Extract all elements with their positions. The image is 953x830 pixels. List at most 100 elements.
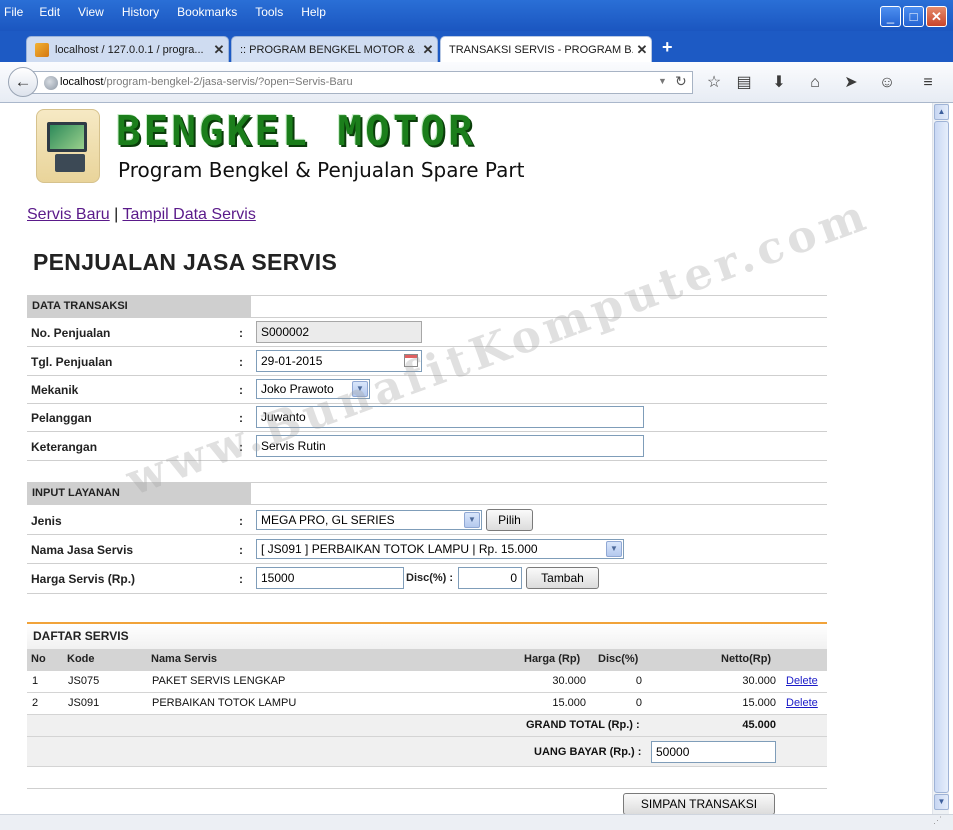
tab-bar: localhost / 127.0.0.1 / progra... ✕ :: P…: [0, 31, 953, 62]
close-window-button[interactable]: ✕: [926, 6, 947, 27]
nama-jasa-select[interactable]: [ JS091 ] PERBAIKAN TOTOK LAMPU | Rp. 15…: [256, 539, 624, 559]
close-tab-icon[interactable]: ✕: [210, 42, 228, 58]
colon: :: [239, 383, 243, 397]
divider: [27, 788, 827, 789]
pos-terminal-logo: [36, 109, 100, 183]
menu-view[interactable]: View: [78, 5, 104, 19]
hamburger-menu-icon[interactable]: ≡: [916, 72, 940, 94]
minimize-button[interactable]: _: [880, 6, 901, 27]
url-path: /program-bengkel-2/jasa-servis/?open=Ser…: [103, 76, 353, 88]
nama-jasa-selected: [ JS091 ] PERBAIKAN TOTOK LAMPU | Rp. 15…: [261, 542, 538, 556]
menu-bar: File Edit View History Bookmarks Tools H…: [4, 5, 344, 19]
mekanik-label: Mekanik: [31, 383, 79, 397]
servis-baru-link[interactable]: Servis Baru: [27, 206, 110, 223]
row-netto: 15.000: [742, 697, 776, 709]
jenis-select[interactable]: MEGA PRO, GL SERIES ▼: [256, 510, 482, 530]
pelanggan-label: Pelanggan: [31, 411, 92, 425]
disc-label: Disc(%) :: [406, 572, 454, 584]
delete-link[interactable]: Delete: [786, 675, 818, 687]
row-harga: 15.000: [552, 697, 586, 709]
row-nama: PAKET SERVIS LENGKAP: [152, 675, 286, 687]
nama-jasa-label: Nama Jasa Servis: [31, 543, 134, 557]
keterangan-field[interactable]: Servis Rutin: [256, 435, 644, 457]
mekanik-select[interactable]: Joko Prawoto ▼: [256, 379, 370, 399]
reload-icon[interactable]: ↻: [675, 73, 687, 90]
col-nama-servis: Nama Servis: [151, 653, 218, 665]
menu-help[interactable]: Help: [301, 5, 326, 19]
tab-label: :: PROGRAM BENGKEL MOTOR & ...: [240, 43, 419, 56]
scroll-up-icon[interactable]: ▲: [934, 104, 949, 120]
daftar-servis-header: [27, 624, 827, 649]
menu-edit[interactable]: Edit: [39, 5, 60, 19]
row-no: 2: [32, 697, 39, 709]
close-tab-icon[interactable]: ✕: [419, 42, 437, 58]
tambah-button[interactable]: Tambah: [526, 567, 599, 589]
home-icon[interactable]: ⌂: [803, 72, 827, 94]
col-disc: Disc(%): [598, 653, 639, 665]
address-bar[interactable]: localhost/program-bengkel-2/jasa-servis/…: [32, 71, 693, 94]
tab-label: TRANSAKSI SERVIS - PROGRAM B...: [449, 43, 633, 56]
jenis-selected: MEGA PRO, GL SERIES: [261, 513, 395, 527]
divider: [27, 563, 827, 564]
grand-total-row: GRAND TOTAL (Rp.) : 45.000: [27, 715, 827, 737]
row-netto: 30.000: [742, 675, 776, 687]
harga-servis-field[interactable]: 15000: [256, 567, 404, 589]
scroll-thumb[interactable]: [934, 121, 949, 793]
keterangan-label: Keterangan: [31, 440, 98, 454]
col-netto: Netto(Rp): [721, 653, 772, 665]
row-kode: JS075: [68, 675, 100, 687]
delete-link[interactable]: Delete: [786, 697, 818, 709]
tab-transaksi-servis[interactable]: TRANSAKSI SERVIS - PROGRAM B... ✕: [440, 36, 652, 62]
harga-servis-label: Harga Servis (Rp.): [31, 572, 136, 586]
maximize-button[interactable]: □: [903, 6, 924, 27]
divider: [27, 403, 827, 404]
row-kode: JS091: [68, 697, 100, 709]
disc-field[interactable]: 0: [458, 567, 522, 589]
pilih-button[interactable]: Pilih: [486, 509, 533, 531]
col-no: No: [31, 653, 46, 665]
input-layanan-header: INPUT LAYANAN: [27, 482, 251, 504]
tgl-penjualan-label: Tgl. Penjualan: [31, 355, 113, 369]
download-icon[interactable]: ⬇: [767, 72, 791, 94]
tab-phpmyadmin[interactable]: localhost / 127.0.0.1 / progra... ✕: [26, 36, 229, 62]
url-dropdown-icon[interactable]: ▼: [658, 76, 667, 86]
jenis-label: Jenis: [31, 514, 62, 528]
menu-tools[interactable]: Tools: [255, 5, 283, 19]
emoji-icon[interactable]: ☺: [875, 72, 899, 94]
colon: :: [239, 440, 243, 454]
new-tab-icon[interactable]: +: [662, 37, 673, 58]
url-host: localhost: [60, 76, 104, 88]
table-row: 2 JS091 PERBAIKAN TOTOK LAMPU 15.000 0 1…: [27, 693, 827, 715]
vertical-scrollbar[interactable]: ▲ ▼: [932, 103, 949, 814]
uang-bayar-field[interactable]: 50000: [651, 741, 776, 763]
row-nama: PERBAIKAN TOTOK LAMPU: [152, 697, 297, 709]
divider: [27, 346, 827, 347]
tab-program-bengkel[interactable]: :: PROGRAM BENGKEL MOTOR & ... ✕: [231, 36, 438, 62]
status-bar: [0, 814, 953, 830]
back-arrow-icon[interactable]: ←: [8, 67, 38, 97]
page-nav-links: Servis Baru | Tampil Data Servis: [27, 206, 256, 224]
send-icon[interactable]: ➤: [839, 72, 863, 94]
row-no: 1: [32, 675, 39, 687]
brand-title: BENGKEL MOTOR: [116, 107, 476, 155]
navigation-toolbar: localhost/program-bengkel-2/jasa-servis/…: [0, 62, 953, 103]
tgl-penjualan-field[interactable]: 29-01-2015: [256, 350, 422, 372]
divider: [251, 482, 827, 483]
simpan-transaksi-button[interactable]: SIMPAN TRANSAKSI: [623, 793, 775, 814]
reading-list-icon[interactable]: ▤: [732, 72, 756, 94]
resize-grip-icon[interactable]: ⋰: [933, 815, 942, 826]
pelanggan-field[interactable]: Juwanto: [256, 406, 644, 428]
menu-file[interactable]: File: [4, 5, 23, 19]
divider: [27, 317, 827, 318]
scroll-down-icon[interactable]: ▼: [934, 794, 949, 810]
menu-history[interactable]: History: [122, 5, 159, 19]
tampil-data-servis-link[interactable]: Tampil Data Servis: [122, 206, 255, 223]
col-kode: Kode: [67, 653, 95, 665]
close-tab-icon[interactable]: ✕: [633, 42, 651, 58]
menu-bookmarks[interactable]: Bookmarks: [177, 5, 237, 19]
mekanik-selected: Joko Prawoto: [261, 382, 334, 396]
bookmark-star-icon[interactable]: ☆: [702, 72, 726, 94]
calendar-icon[interactable]: [404, 354, 418, 367]
colon: :: [239, 355, 243, 369]
no-penjualan-field: S000002: [256, 321, 422, 343]
